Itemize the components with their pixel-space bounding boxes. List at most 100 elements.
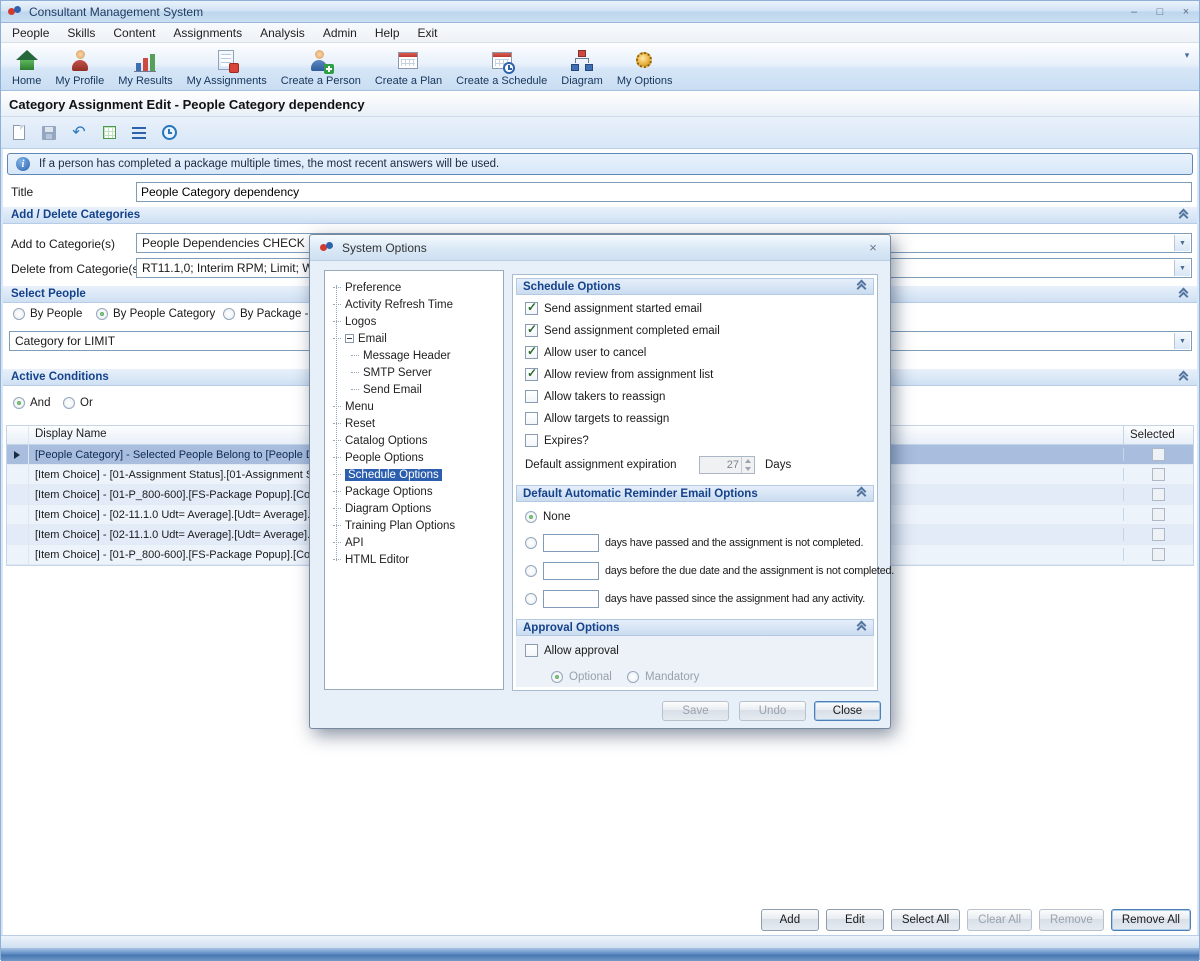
tree-item-activity-refresh-time[interactable]: Activity Refresh Time xyxy=(325,296,503,313)
tree-item-email[interactable]: Email xyxy=(325,330,503,347)
close-button[interactable]: Close xyxy=(814,701,881,721)
toolbar-overflow-icon[interactable]: ▾ xyxy=(1179,50,1195,61)
radio-reminder-none[interactable]: None xyxy=(525,511,571,523)
row-checkbox[interactable] xyxy=(1152,468,1165,481)
dialog-close-icon[interactable]: × xyxy=(865,240,881,255)
remove-button[interactable]: Remove xyxy=(1039,909,1104,931)
tree-item-preference[interactable]: Preference xyxy=(325,279,503,296)
collapse-chevron-icon[interactable] xyxy=(1178,372,1189,383)
check-expires[interactable]: Expires? xyxy=(525,434,589,447)
minimize-icon[interactable]: – xyxy=(1127,6,1141,18)
menu-help[interactable]: Help xyxy=(366,24,409,42)
days-before-due-input[interactable] xyxy=(543,562,599,580)
row-checkbox[interactable] xyxy=(1152,528,1165,541)
row-checkbox[interactable] xyxy=(1152,488,1165,501)
check-allow-takers-reassign[interactable]: Allow takers to reassign xyxy=(525,390,665,403)
radio-reminder-days-passed[interactable]: days have passed and the assignment is n… xyxy=(525,534,863,552)
radio-approval-optional[interactable]: Optional xyxy=(551,671,612,683)
row-selector-icon xyxy=(7,445,29,464)
row-checkbox[interactable] xyxy=(1152,548,1165,561)
radio-or[interactable]: Or xyxy=(63,397,93,409)
tree-item-message-header[interactable]: Message Header xyxy=(325,347,503,364)
tree-item-reset[interactable]: Reset xyxy=(325,415,503,432)
close-icon[interactable]: × xyxy=(1179,6,1193,18)
column-selected: Selected xyxy=(1123,426,1193,444)
collapse-chevron-icon[interactable] xyxy=(856,488,867,499)
radio-reminder-days-before-due[interactable]: days before the due date and the assignm… xyxy=(525,562,894,580)
menu-assignments[interactable]: Assignments xyxy=(164,24,251,42)
tree-item-logos[interactable]: Logos xyxy=(325,313,503,330)
save-icon[interactable] xyxy=(37,121,61,145)
tree-item-package-options[interactable]: Package Options xyxy=(325,483,503,500)
tree-item-schedule-options[interactable]: Schedule Options xyxy=(325,466,503,483)
new-document-icon[interactable] xyxy=(7,121,31,145)
collapse-minus-icon[interactable] xyxy=(345,334,354,343)
radio-by-people-category[interactable]: By People Category xyxy=(96,308,215,320)
collapse-chevron-icon[interactable] xyxy=(856,622,867,633)
row-selected-cell xyxy=(1123,508,1193,521)
select-all-button[interactable]: Select All xyxy=(891,909,960,931)
menu-content[interactable]: Content xyxy=(104,24,164,42)
radio-and[interactable]: And xyxy=(13,397,50,409)
days-passed-input[interactable] xyxy=(543,534,599,552)
tree-item-diagram-options[interactable]: Diagram Options xyxy=(325,500,503,517)
tree-item-html-editor[interactable]: HTML Editor xyxy=(325,551,503,568)
toolbar-create-schedule[interactable]: Create a Schedule xyxy=(449,46,554,89)
chevron-down-icon[interactable]: ▼ xyxy=(1174,235,1190,251)
toolbar-my-assignments[interactable]: My Assignments xyxy=(180,46,274,89)
row-checkbox[interactable] xyxy=(1152,508,1165,521)
toolbar-my-options[interactable]: My Options xyxy=(610,46,680,89)
check-allow-review[interactable]: Allow review from assignment list xyxy=(525,368,713,381)
collapse-chevron-icon[interactable] xyxy=(1178,289,1189,300)
check-allow-approval[interactable]: Allow approval xyxy=(525,644,619,657)
expiration-spinner[interactable]: 27 xyxy=(699,456,755,474)
list-icon[interactable] xyxy=(127,121,151,145)
export-grid-icon[interactable] xyxy=(97,121,121,145)
check-send-started-email[interactable]: Send assignment started email xyxy=(525,302,702,315)
toolbar-create-person[interactable]: Create a Person xyxy=(274,46,368,89)
row-selected-cell xyxy=(1123,488,1193,501)
collapse-chevron-icon[interactable] xyxy=(1178,210,1189,221)
add-button[interactable]: Add xyxy=(761,909,819,931)
remove-all-button[interactable]: Remove All xyxy=(1111,909,1191,931)
menu-admin[interactable]: Admin xyxy=(314,24,366,42)
title-bar: Consultant Management System – □ × xyxy=(1,1,1199,23)
toolbar-my-profile[interactable]: My Profile xyxy=(48,46,111,89)
tree-item-smtp-server[interactable]: SMTP Server xyxy=(325,364,503,381)
check-allow-user-cancel[interactable]: Allow user to cancel xyxy=(525,346,646,359)
save-button[interactable]: Save xyxy=(662,701,729,721)
title-input[interactable] xyxy=(136,182,1192,202)
tree-item-menu[interactable]: Menu xyxy=(325,398,503,415)
undo-button[interactable]: Undo xyxy=(739,701,806,721)
chevron-down-icon[interactable]: ▼ xyxy=(1174,333,1190,349)
toolbar-diagram[interactable]: Diagram xyxy=(554,46,610,89)
tree-item-training-plan-options[interactable]: Training Plan Options xyxy=(325,517,503,534)
check-send-completed-email[interactable]: Send assignment completed email xyxy=(525,324,720,337)
menu-skills[interactable]: Skills xyxy=(58,24,104,42)
undo-icon[interactable]: ↶ xyxy=(67,121,91,145)
row-checkbox[interactable] xyxy=(1152,448,1165,461)
toolbar-create-plan[interactable]: Create a Plan xyxy=(368,46,449,89)
chevron-down-icon[interactable]: ▼ xyxy=(1174,260,1190,276)
collapse-chevron-icon[interactable] xyxy=(856,281,867,292)
radio-reminder-days-inactive[interactable]: days have passed since the assignment ha… xyxy=(525,590,865,608)
radio-approval-mandatory[interactable]: Mandatory xyxy=(627,671,699,683)
days-inactive-input[interactable] xyxy=(543,590,599,608)
menu-analysis[interactable]: Analysis xyxy=(251,24,314,42)
tree-item-catalog-options[interactable]: Catalog Options xyxy=(325,432,503,449)
radio-by-people[interactable]: By People xyxy=(13,308,82,320)
toolbar-my-results[interactable]: My Results xyxy=(111,46,179,89)
menu-exit[interactable]: Exit xyxy=(409,24,447,42)
menu-people[interactable]: People xyxy=(3,24,58,42)
tree-item-people-options[interactable]: People Options xyxy=(325,449,503,466)
maximize-icon[interactable]: □ xyxy=(1153,6,1167,18)
clear-all-button[interactable]: Clear All xyxy=(967,909,1032,931)
tree-item-send-email[interactable]: Send Email xyxy=(325,381,503,398)
tree-item-api[interactable]: API xyxy=(325,534,503,551)
check-allow-targets-reassign[interactable]: Allow targets to reassign xyxy=(525,412,669,425)
edit-button[interactable]: Edit xyxy=(826,909,884,931)
history-clock-icon[interactable] xyxy=(157,121,181,145)
spinner-arrows-icon[interactable] xyxy=(741,457,754,473)
toolbar-home[interactable]: Home xyxy=(5,46,48,89)
row-selector-column xyxy=(7,426,29,444)
